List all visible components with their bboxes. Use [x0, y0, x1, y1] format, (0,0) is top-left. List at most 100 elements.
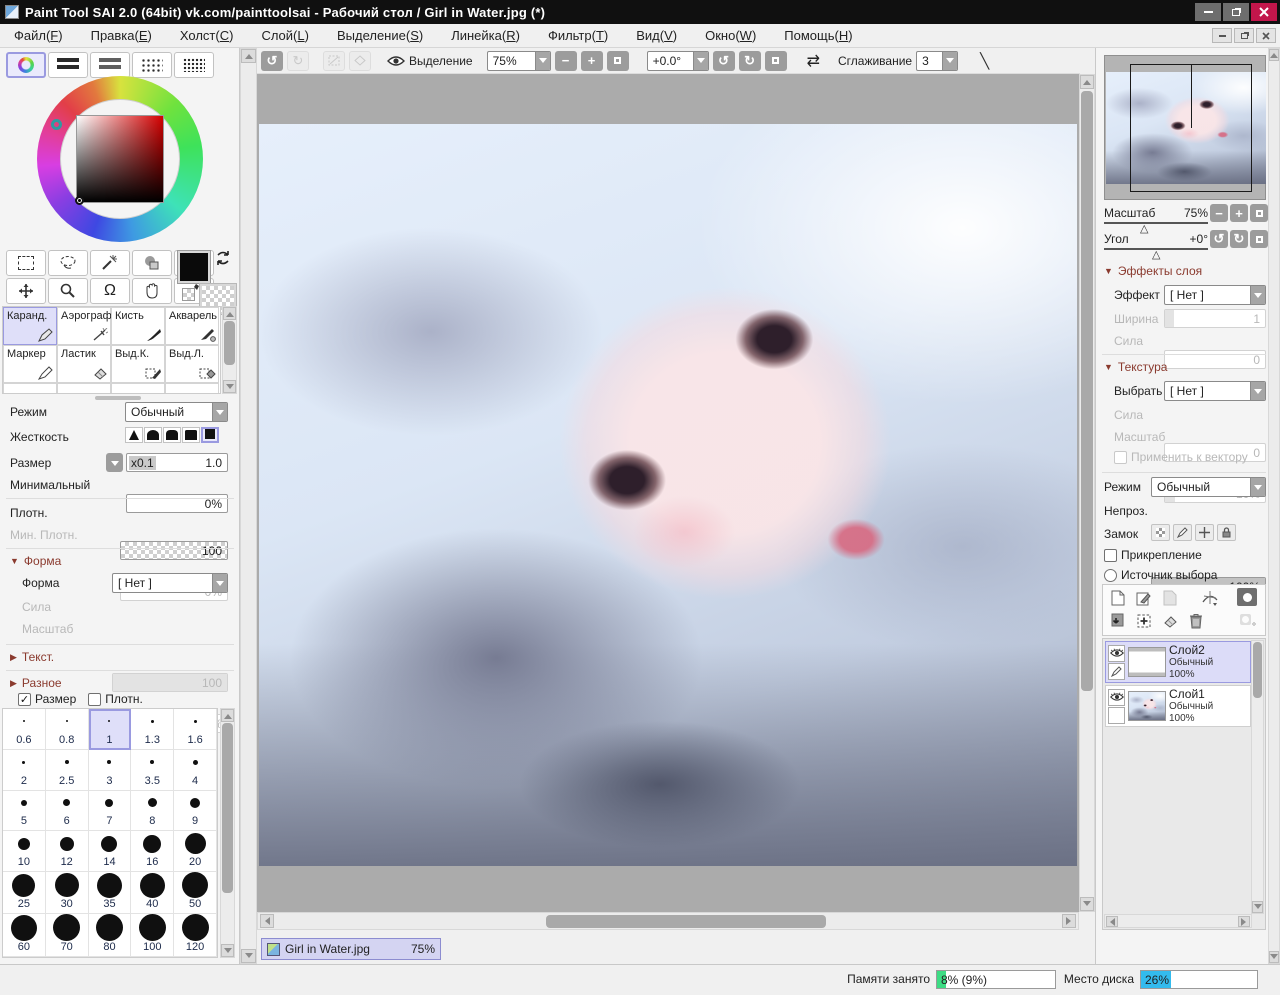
layer-list-hscrollbar[interactable] — [1104, 914, 1252, 928]
menu-item-layer[interactable]: Слой(L) — [247, 24, 323, 48]
transfer-down-button[interactable] — [1107, 611, 1129, 631]
lock-paint-button[interactable] — [1173, 524, 1192, 541]
clear-layer-button[interactable] — [1159, 611, 1181, 631]
undo-button[interactable]: ↺ — [261, 51, 283, 71]
redo-button[interactable]: ↻ — [287, 51, 309, 71]
texture-select[interactable]: [ Нет ] — [1164, 381, 1266, 401]
tool-rotate-canvas[interactable]: Ω — [90, 278, 130, 304]
brush-brush[interactable]: Кисть — [111, 307, 165, 345]
hardness-4[interactable] — [182, 427, 200, 443]
document-tab[interactable]: Girl in Water.jpg 75% — [261, 938, 441, 960]
layer-visibility-toggle[interactable] — [1108, 689, 1125, 706]
scroll-up-arrow[interactable] — [1269, 49, 1279, 61]
menu-item-file[interactable]: Файл(F) — [0, 24, 77, 48]
shape-strength-slider[interactable]: 100 — [112, 673, 228, 692]
new-vector-layer-button[interactable] — [1133, 588, 1155, 608]
menu-item-ruler[interactable]: Линейка(R) — [437, 24, 534, 48]
min-size-field[interactable]: 0% — [126, 494, 228, 513]
foreground-color-swatch[interactable] — [178, 251, 210, 283]
new-folder-button[interactable] — [1159, 588, 1181, 608]
menu-item-edit[interactable]: Правка(E) — [77, 24, 166, 48]
brush-size-cell[interactable]: 40 — [131, 872, 174, 914]
brush-size-cell[interactable]: 3.5 — [131, 750, 174, 791]
new-layer-button[interactable] — [1107, 588, 1129, 608]
selection-visibility-icon[interactable] — [387, 55, 405, 67]
brush-size-cell[interactable]: 1.3 — [131, 709, 174, 750]
scroll-up-arrow[interactable] — [1080, 75, 1094, 89]
shape-select[interactable]: [ Нет ] — [112, 573, 228, 593]
nav-rotate-cw-button[interactable]: ↻ — [1230, 230, 1248, 248]
brush-eraser[interactable]: Ластик — [57, 345, 111, 383]
brush-palette-scrollbar[interactable] — [222, 306, 237, 394]
doc-restore-button[interactable] — [1234, 28, 1254, 43]
size-grid-scrollbar[interactable] — [220, 708, 235, 958]
layer-mask-button[interactable] — [1237, 588, 1257, 606]
layer-row-layer1[interactable]: Слой1 Обычный 100% — [1105, 685, 1251, 727]
swap-colors-button[interactable] — [214, 249, 232, 267]
scroll-right-arrow[interactable] — [1238, 916, 1250, 927]
doc-minimize-button[interactable] — [1212, 28, 1232, 43]
brush-size-cell[interactable]: 7 — [89, 791, 132, 832]
brush-size-cell[interactable]: 60 — [3, 914, 46, 957]
menu-item-window[interactable]: Окно(W) — [691, 24, 770, 48]
layer-visibility-toggle[interactable] — [1108, 645, 1125, 662]
minimize-button[interactable] — [1195, 3, 1221, 21]
effect-width-slider[interactable]: 1 — [1164, 309, 1266, 328]
angle-select[interactable]: +0.0° — [647, 51, 709, 71]
brush-pencil[interactable]: Каранд. — [3, 307, 57, 345]
tab-color-wheel[interactable] — [6, 52, 46, 78]
text-section-header[interactable]: ▶ Текст. — [10, 650, 54, 664]
brush-watercolor[interactable]: Акварель — [165, 307, 219, 345]
brush-size-cell[interactable]: 3 — [89, 750, 132, 791]
brush-size-cell[interactable]: 50 — [174, 872, 217, 914]
scroll-down-arrow[interactable] — [1269, 951, 1279, 963]
tool-hand[interactable] — [132, 278, 172, 304]
sv-cursor[interactable] — [75, 196, 84, 205]
selection-source-radio[interactable] — [1104, 569, 1117, 582]
tool-magic-wand[interactable] — [90, 250, 130, 276]
brush-selection-eraser[interactable]: Выд.Л. — [165, 345, 219, 383]
brush-selection-pen[interactable]: Выд.К. — [111, 345, 165, 383]
tool-rect-select[interactable] — [6, 250, 46, 276]
brush-size-cell[interactable]: 9 — [174, 791, 217, 832]
scroll-up-arrow[interactable] — [221, 709, 234, 722]
zoom-out-button[interactable]: − — [555, 51, 577, 71]
merge-down-button[interactable] — [1133, 611, 1155, 631]
panel-splitter[interactable] — [95, 396, 141, 400]
size-checkbox[interactable]: ✓ — [18, 693, 31, 706]
brush-size-cell-selected[interactable]: 1 — [89, 709, 132, 750]
effect-strength-slider[interactable]: 0 — [1164, 350, 1266, 369]
nav-rotate-reset-button[interactable] — [1250, 230, 1268, 248]
scroll-right-arrow[interactable] — [1062, 914, 1076, 928]
nav-zoom-in-button[interactable]: + — [1230, 204, 1248, 222]
brush-size-cell[interactable]: 35 — [89, 872, 132, 914]
zoom-reset-button[interactable] — [607, 51, 629, 71]
scroll-down-arrow[interactable] — [221, 944, 234, 957]
layer-thumbnail[interactable] — [1128, 691, 1166, 721]
hardness-2[interactable] — [144, 427, 162, 443]
nav-rotate-ccw-button[interactable]: ↺ — [1210, 230, 1228, 248]
layer-row-layer2[interactable]: Слой2 Обычный 100% — [1105, 641, 1251, 683]
scroll-down-arrow[interactable] — [1080, 897, 1094, 911]
menu-item-help[interactable]: Помощь(H) — [770, 24, 866, 48]
close-button[interactable] — [1251, 3, 1277, 21]
brush-size-cell[interactable]: 25 — [3, 872, 46, 914]
scroll-up-arrow[interactable] — [241, 49, 256, 63]
slider-marker-icon[interactable]: △ — [1152, 250, 1160, 260]
layer-list-vscrollbar[interactable] — [1251, 640, 1264, 914]
restore-button[interactable] — [1223, 3, 1249, 21]
tool-zoom[interactable] — [48, 278, 88, 304]
hardness-3[interactable] — [163, 427, 181, 443]
menu-item-view[interactable]: Вид(V) — [622, 24, 691, 48]
brush-size-cell[interactable]: 0.8 — [46, 709, 89, 750]
saturation-value-square[interactable] — [76, 115, 164, 203]
size-unit-button[interactable] — [106, 453, 123, 472]
invert-selection-button[interactable] — [349, 51, 371, 71]
brush-mode-select[interactable]: Обычный — [125, 402, 228, 422]
rotate-reset-button[interactable] — [765, 51, 787, 71]
lock-move-button[interactable] — [1195, 524, 1214, 541]
apply-to-vector-checkbox[interactable] — [1114, 451, 1127, 464]
navigator[interactable] — [1104, 55, 1266, 200]
scroll-left-arrow[interactable] — [260, 914, 274, 928]
brush-size-cell[interactable]: 80 — [89, 914, 132, 957]
